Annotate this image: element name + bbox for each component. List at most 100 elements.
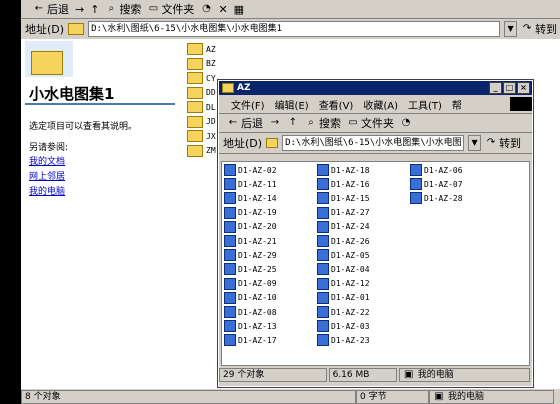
menu-help[interactable]: 帮 bbox=[452, 97, 462, 112]
folder-item[interactable]: JX bbox=[187, 129, 216, 144]
link-my-documents[interactable]: 我的文档 bbox=[29, 157, 65, 167]
close-toolbar-button[interactable]: ✕ bbox=[218, 3, 227, 16]
drawing-file-icon bbox=[224, 220, 236, 233]
folder-item[interactable]: BZ bbox=[187, 57, 216, 72]
file-item[interactable]: D1-AZ-05 bbox=[317, 249, 370, 262]
file-item[interactable]: D1-AZ-26 bbox=[317, 235, 370, 247]
file-item[interactable]: D1-AZ-03 bbox=[317, 320, 370, 333]
folder-icon bbox=[187, 43, 203, 56]
go-button[interactable]: ↷ 转到 bbox=[521, 21, 557, 37]
address-input[interactable]: D:\水利\图纸\6-15\小水电图集\小水电图 bbox=[282, 135, 465, 151]
drawing-file-icon bbox=[317, 263, 329, 276]
maximize-button[interactable]: □ bbox=[503, 82, 516, 94]
drawing-file-icon bbox=[410, 164, 422, 176]
folders-button[interactable]: ▭ 文件夹 bbox=[147, 1, 195, 17]
link-network-places[interactable]: 网上邻居 bbox=[29, 172, 65, 182]
file-item[interactable]: D1-AZ-08 bbox=[224, 306, 277, 318]
menu-edit[interactable]: 编辑(E) bbox=[275, 97, 309, 112]
folders-button[interactable]: ▭ 文件夹 bbox=[347, 115, 394, 131]
computer-icon: ▣ bbox=[434, 390, 444, 402]
drawing-file-icon bbox=[317, 220, 329, 233]
drawing-file-icon bbox=[410, 192, 422, 205]
explorer-window-front: AZ _ □ × 文件(F) 编辑(E) 查看(V) 收藏(A) 工具(T) 帮… bbox=[217, 79, 534, 388]
file-item[interactable]: D1-AZ-19 bbox=[224, 206, 277, 219]
go-icon: ↷ bbox=[522, 23, 532, 34]
go-button[interactable]: ↷ 转到 bbox=[485, 135, 521, 151]
pane-title: 小水电图集1 bbox=[29, 85, 115, 103]
folder-graphic bbox=[25, 41, 73, 77]
forward-button[interactable]: → bbox=[75, 3, 84, 16]
drawing-file-icon bbox=[224, 320, 236, 333]
file-item[interactable]: D1-AZ-18 bbox=[317, 164, 370, 176]
status-size: 6.16 MB bbox=[328, 368, 397, 382]
address-dropdown-button[interactable]: ▼ bbox=[504, 21, 518, 37]
folder-item[interactable]: ZM bbox=[187, 144, 216, 159]
file-item[interactable]: D1-AZ-13 bbox=[224, 320, 277, 333]
file-item[interactable]: D1-AZ-21 bbox=[224, 235, 277, 247]
file-item[interactable]: D1-AZ-20 bbox=[224, 220, 277, 233]
drawing-file-icon bbox=[317, 206, 329, 219]
file-item[interactable]: D1-AZ-27 bbox=[317, 206, 370, 219]
file-name: D1-AZ-16 bbox=[331, 179, 370, 189]
file-name: D1-AZ-25 bbox=[238, 264, 277, 274]
folder-item[interactable]: JD bbox=[187, 115, 216, 130]
up-button[interactable]: ↑ bbox=[287, 117, 299, 129]
file-item[interactable]: D1-AZ-04 bbox=[317, 263, 370, 276]
computer-icon: ▣ bbox=[404, 369, 414, 380]
file-item[interactable]: D1-AZ-29 bbox=[224, 249, 277, 262]
address-input[interactable]: D:\水利\图纸\6-15\小水电图集\小水电图集1 bbox=[88, 21, 501, 37]
back-button[interactable]: ← 后退 bbox=[227, 115, 263, 131]
close-button[interactable]: × bbox=[517, 82, 530, 94]
file-item[interactable]: D1-AZ-14 bbox=[224, 192, 277, 205]
file-item[interactable]: D1-AZ-01 bbox=[317, 291, 370, 304]
folder-icon bbox=[187, 57, 203, 70]
file-item[interactable]: D1-AZ-06 bbox=[410, 164, 463, 176]
large-folder-icon bbox=[31, 51, 63, 75]
file-name: D1-AZ-03 bbox=[331, 321, 370, 331]
file-item[interactable]: D1-AZ-23 bbox=[317, 334, 370, 347]
menu-favorites[interactable]: 收藏(A) bbox=[363, 97, 398, 112]
search-button[interactable]: ⌕ 搜索 bbox=[105, 1, 142, 17]
folder-item[interactable]: AZ bbox=[187, 42, 216, 57]
file-item[interactable]: D1-AZ-07 bbox=[410, 178, 463, 191]
file-name: D1-AZ-06 bbox=[424, 165, 463, 175]
file-item[interactable]: D1-AZ-22 bbox=[317, 306, 370, 318]
see-also-label: 另请参阅: bbox=[29, 143, 69, 153]
file-item[interactable]: D1-AZ-17 bbox=[224, 334, 277, 347]
file-item[interactable]: D1-AZ-16 bbox=[317, 178, 370, 191]
search-icon: ⌕ bbox=[308, 117, 314, 128]
menu-tools[interactable]: 工具(T) bbox=[408, 97, 442, 112]
file-item[interactable]: D1-AZ-02 bbox=[224, 164, 277, 176]
history-button[interactable]: ◔ bbox=[200, 3, 212, 15]
file-name: D1-AZ-29 bbox=[238, 250, 277, 260]
history-button[interactable]: ◔ bbox=[400, 117, 412, 129]
file-item[interactable]: D1-AZ-28 bbox=[410, 192, 463, 205]
file-item[interactable]: D1-AZ-24 bbox=[317, 220, 370, 233]
file-item[interactable]: D1-AZ-12 bbox=[317, 277, 370, 290]
drawing-file-icon bbox=[317, 277, 329, 290]
views-button[interactable]: ▦ bbox=[234, 3, 244, 16]
folder-item[interactable]: DD bbox=[187, 86, 216, 101]
file-item[interactable]: D1-AZ-09 bbox=[224, 277, 277, 290]
file-item[interactable]: D1-AZ-25 bbox=[224, 263, 277, 276]
forward-button[interactable]: → bbox=[269, 117, 281, 129]
minimize-button[interactable]: _ bbox=[489, 82, 502, 94]
menu-file[interactable]: 文件(F) bbox=[231, 97, 265, 112]
search-button[interactable]: ⌕ 搜索 bbox=[305, 115, 341, 131]
link-my-computer[interactable]: 我的电脑 bbox=[29, 187, 65, 197]
file-item[interactable]: D1-AZ-15 bbox=[317, 192, 370, 205]
folder-item[interactable]: CY bbox=[187, 71, 216, 86]
folder-icon bbox=[187, 115, 203, 128]
address-dropdown-button[interactable]: ▼ bbox=[468, 135, 482, 151]
up-button[interactable]: ↑ bbox=[90, 3, 99, 16]
file-item[interactable]: D1-AZ-11 bbox=[224, 178, 277, 191]
folder-icon bbox=[187, 130, 203, 143]
back-button[interactable]: ← 后退 bbox=[33, 1, 69, 17]
menu-view[interactable]: 查看(V) bbox=[319, 97, 354, 112]
go-icon: ↷ bbox=[486, 137, 496, 148]
file-item[interactable]: D1-AZ-10 bbox=[224, 291, 277, 304]
file-list: D1-AZ-02 D1-AZ-11 D1-AZ-14 D1-AZ-19 D1-AZ-20… bbox=[221, 161, 530, 366]
left-info-pane: 小水电图集1 选定项目可以查看其说明。 另请参阅: 我的文档 网上邻居 我的电脑 bbox=[21, 39, 181, 388]
file-name: D1-AZ-21 bbox=[238, 236, 277, 246]
folder-item[interactable]: DL bbox=[187, 100, 216, 115]
